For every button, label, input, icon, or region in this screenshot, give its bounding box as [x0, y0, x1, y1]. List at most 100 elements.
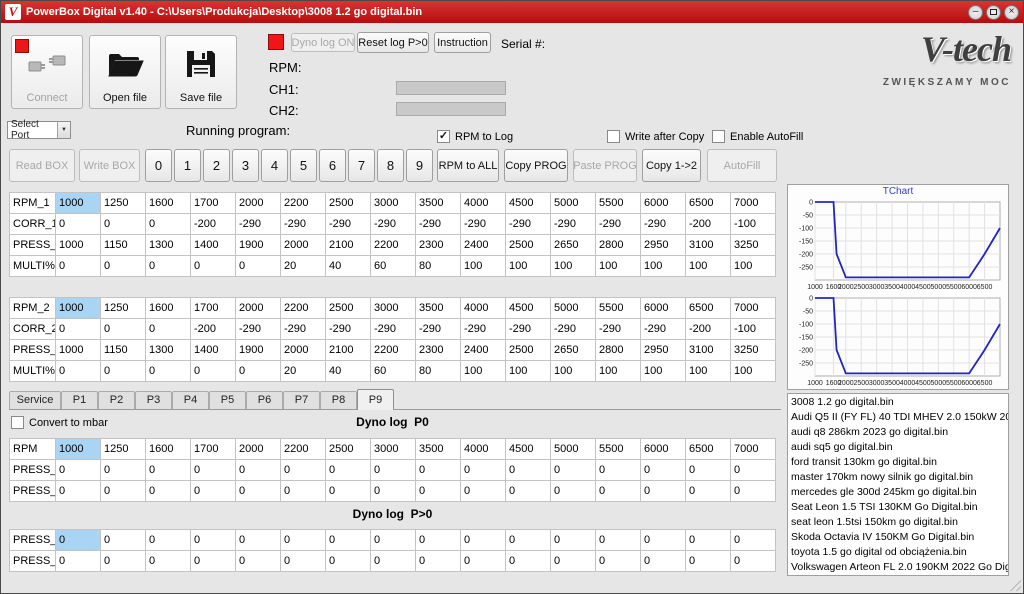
- table-cell[interactable]: 5000: [551, 298, 596, 319]
- table-cell[interactable]: 100: [596, 361, 641, 382]
- table-cell[interactable]: 2650: [551, 340, 596, 361]
- table-cell[interactable]: -290: [281, 214, 326, 235]
- table-cell[interactable]: 0: [101, 551, 146, 572]
- table-cell[interactable]: 1000: [56, 298, 101, 319]
- table-cell[interactable]: 2800: [596, 235, 641, 256]
- tab-p5[interactable]: P5: [209, 391, 246, 409]
- table-cell[interactable]: 0: [236, 551, 281, 572]
- table-cell[interactable]: 2500: [326, 193, 371, 214]
- table-cell[interactable]: 1250: [101, 193, 146, 214]
- table-cell[interactable]: 1000: [56, 235, 101, 256]
- table-cell[interactable]: 3100: [686, 235, 731, 256]
- table-cell[interactable]: 0: [686, 460, 731, 481]
- table-cell[interactable]: 0: [371, 530, 416, 551]
- table-cell[interactable]: 0: [686, 530, 731, 551]
- table-cell[interactable]: 40: [326, 361, 371, 382]
- table-cell[interactable]: 0: [146, 256, 191, 277]
- table-cell[interactable]: 100: [551, 361, 596, 382]
- table-cell[interactable]: 1250: [101, 298, 146, 319]
- instruction-button[interactable]: Instruction: [434, 32, 491, 53]
- table-cell[interactable]: 6000: [641, 193, 686, 214]
- table-cell[interactable]: 3000: [371, 193, 416, 214]
- table-cell[interactable]: 0: [191, 256, 236, 277]
- table-cell[interactable]: 20: [281, 256, 326, 277]
- table-cell[interactable]: 4000: [461, 193, 506, 214]
- table-cell[interactable]: 1600: [146, 193, 191, 214]
- table-cell[interactable]: 0: [191, 460, 236, 481]
- table-cell[interactable]: 0: [56, 460, 101, 481]
- table-cell[interactable]: 0: [461, 551, 506, 572]
- table-cell[interactable]: 100: [731, 361, 776, 382]
- table-cell[interactable]: 0: [56, 481, 101, 502]
- table-cell[interactable]: 0: [101, 256, 146, 277]
- table-cell[interactable]: 0: [101, 460, 146, 481]
- table-cell[interactable]: 0: [731, 530, 776, 551]
- table-cell[interactable]: 100: [506, 361, 551, 382]
- table-cell[interactable]: 2650: [551, 235, 596, 256]
- table-cell[interactable]: 2200: [281, 439, 326, 460]
- table-cell[interactable]: 2000: [236, 298, 281, 319]
- table-cell[interactable]: 2100: [326, 235, 371, 256]
- file-list-item[interactable]: seat leon 1.5tsi 150km go digital.bin: [788, 515, 1008, 530]
- table-cell[interactable]: 0: [146, 460, 191, 481]
- table-cell[interactable]: 100: [461, 256, 506, 277]
- table-cell[interactable]: 0: [101, 214, 146, 235]
- table-cell[interactable]: 0: [56, 551, 101, 572]
- table-cell[interactable]: 0: [191, 481, 236, 502]
- table-cell[interactable]: 3500: [416, 193, 461, 214]
- resize-grip[interactable]: [1007, 577, 1021, 591]
- table-cell[interactable]: -290: [371, 319, 416, 340]
- table-cell[interactable]: 3100: [686, 340, 731, 361]
- file-list-item[interactable]: ford transit 130km go digital.bin: [788, 455, 1008, 470]
- table-cell[interactable]: 2200: [281, 298, 326, 319]
- digit-0-button[interactable]: 0: [145, 149, 172, 182]
- table-cell[interactable]: 2500: [506, 235, 551, 256]
- table-cell[interactable]: 100: [506, 256, 551, 277]
- table-cell[interactable]: 0: [56, 319, 101, 340]
- digit-2-button[interactable]: 2: [203, 149, 230, 182]
- file-list-item[interactable]: audi q8 286km 2023 go digital.bin: [788, 425, 1008, 440]
- table-cell[interactable]: 0: [191, 361, 236, 382]
- tab-p1[interactable]: P1: [61, 391, 98, 409]
- file-list-item[interactable]: 3008 1.2 go digital.bin: [788, 395, 1008, 410]
- table-cell[interactable]: 0: [236, 530, 281, 551]
- file-list-item[interactable]: Skoda Octavia IV 150KM Go Digital.bin: [788, 530, 1008, 545]
- table-cell[interactable]: 0: [56, 530, 101, 551]
- table-cell[interactable]: 80: [416, 361, 461, 382]
- table-cell[interactable]: 5500: [596, 298, 641, 319]
- close-button[interactable]: ×: [1004, 5, 1019, 20]
- table-cell[interactable]: 5500: [596, 193, 641, 214]
- table-cell[interactable]: 3500: [416, 298, 461, 319]
- reset-log-button[interactable]: Reset log P>0: [357, 32, 429, 53]
- table-cell[interactable]: 20: [281, 361, 326, 382]
- table-cell[interactable]: -290: [596, 214, 641, 235]
- select-port-dropdown[interactable]: Select Port ▼: [7, 121, 71, 139]
- table-cell[interactable]: -290: [236, 214, 281, 235]
- tab-p2[interactable]: P2: [98, 391, 135, 409]
- table-cell[interactable]: 0: [641, 530, 686, 551]
- table-cell[interactable]: 0: [236, 361, 281, 382]
- table-cell[interactable]: 3250: [731, 340, 776, 361]
- table-cell[interactable]: 2950: [641, 235, 686, 256]
- table-cell[interactable]: 100: [686, 256, 731, 277]
- table-cell[interactable]: 0: [551, 530, 596, 551]
- table-cell[interactable]: 1300: [146, 340, 191, 361]
- table-cell[interactable]: -200: [191, 319, 236, 340]
- table-cell[interactable]: 5000: [551, 193, 596, 214]
- table-cell[interactable]: 1700: [191, 439, 236, 460]
- table-cell[interactable]: 0: [641, 551, 686, 572]
- table-cell[interactable]: 100: [551, 256, 596, 277]
- table-cell[interactable]: 1250: [101, 439, 146, 460]
- minimize-button[interactable]: –: [968, 5, 983, 20]
- copy-1-to-2-button[interactable]: Copy 1->2: [642, 149, 701, 182]
- tab-p8[interactable]: P8: [320, 391, 357, 409]
- table-cell[interactable]: 0: [371, 460, 416, 481]
- table-cell[interactable]: 1400: [191, 235, 236, 256]
- table-cell[interactable]: 100: [686, 361, 731, 382]
- digit-6-button[interactable]: 6: [319, 149, 346, 182]
- table-cell[interactable]: 3250: [731, 235, 776, 256]
- table-cell[interactable]: 0: [191, 551, 236, 572]
- table-cell[interactable]: 0: [326, 551, 371, 572]
- table-cell[interactable]: 2200: [371, 340, 416, 361]
- table-cell[interactable]: 0: [236, 460, 281, 481]
